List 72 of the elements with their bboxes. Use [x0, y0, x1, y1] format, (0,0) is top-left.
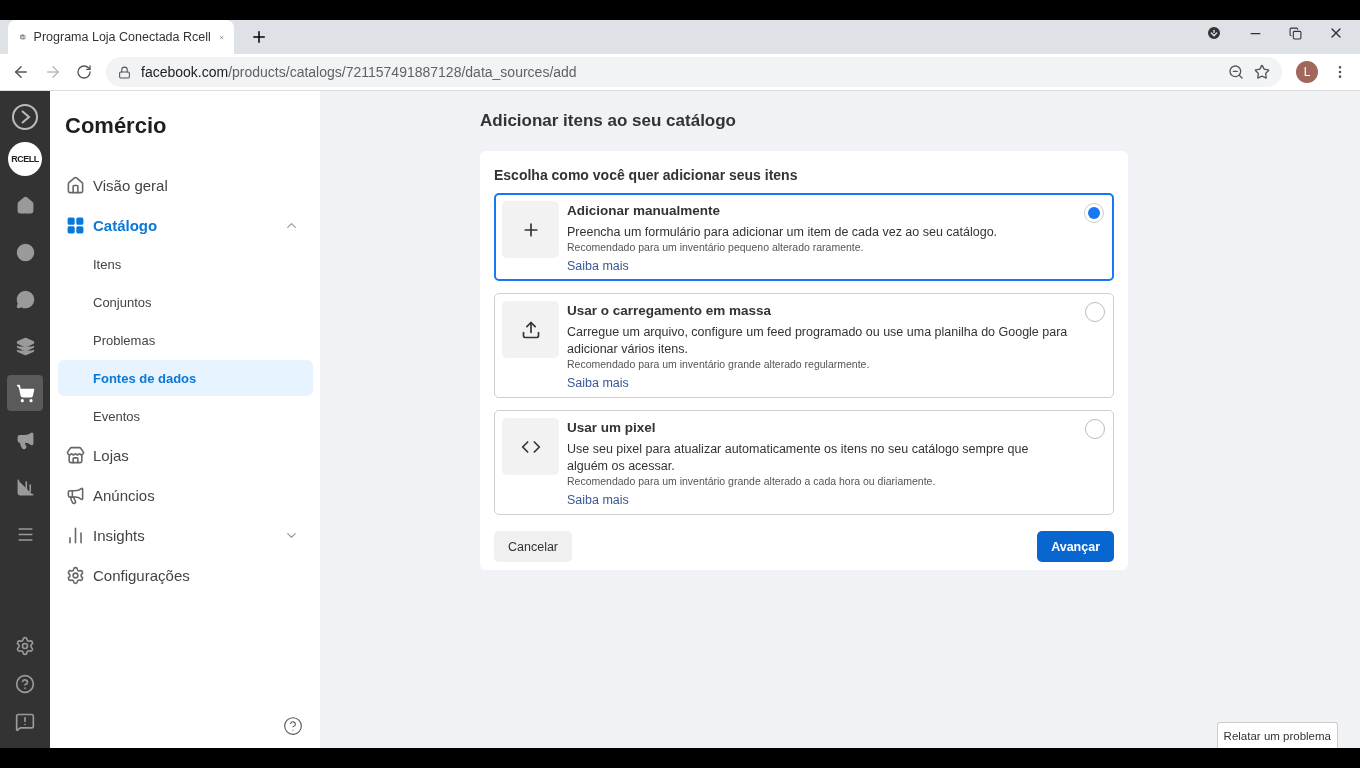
sidebar-item[interactable]: Visão geral	[58, 165, 313, 205]
megaphone-icon	[66, 485, 85, 505]
new-tab-icon[interactable]	[250, 28, 268, 46]
sidebar-item[interactable]: Configurações	[58, 555, 313, 595]
address-bar[interactable]: facebook.com/products/catalogs/721157491887128/data_sources/add	[106, 57, 1282, 87]
page-heading: Adicionar itens ao seu catálogo	[480, 111, 737, 131]
learn-more-link[interactable]: Saiba mais	[567, 376, 629, 390]
business-logo[interactable]: RCELL	[8, 142, 42, 176]
option-note: Recomendado para um inventário pequeno alterado raramente.	[567, 241, 865, 253]
option-title: Usar um pixel	[567, 420, 657, 435]
help-icon[interactable]	[15, 674, 35, 694]
plus-icon	[502, 201, 559, 258]
reload-icon[interactable]	[76, 64, 92, 80]
chat-icon	[15, 289, 35, 309]
sidebar-item[interactable]: Lojas	[58, 435, 313, 475]
sidebar-item-label: Anúncios	[93, 486, 156, 504]
sidebar-subitem[interactable]: Eventos	[58, 398, 313, 434]
settings-icon	[66, 565, 85, 585]
feedback-icon[interactable]	[15, 712, 35, 732]
option-note: Recomendado para um inventário grande alterado a cada hora ou diariamente.	[567, 475, 937, 487]
settings-icon[interactable]	[15, 636, 35, 656]
sidebar-subitem[interactable]: Conjuntos	[58, 284, 313, 320]
sidebar-item-label: Visão geral	[93, 176, 169, 194]
option-card[interactable]: Adicionar manualmente Preencha um formulário para adicionar um item de cada vez ao seu catálogo. Recomendado para um inventário pequeno alterado raramente. Saiba mais	[494, 193, 1114, 281]
grid-icon	[66, 215, 85, 235]
sidebar-item-label: Catálogo	[93, 216, 159, 234]
dropdown-icon[interactable]	[1206, 25, 1222, 41]
radio-dot	[1088, 207, 1100, 219]
learn-more-link[interactable]: Saiba mais	[567, 493, 629, 507]
megaphone-icon	[15, 430, 35, 450]
sidebar-item[interactable]: Anúncios	[58, 475, 313, 515]
option-title: Adicionar manualmente	[567, 203, 722, 218]
upload-icon	[502, 301, 559, 358]
sidebar-subitem[interactable]: Problemas	[58, 322, 313, 358]
sidebar-subitem[interactable]: Fontes de dados	[58, 360, 313, 396]
storefront-icon	[66, 445, 85, 465]
bookmark-icon[interactable]	[1254, 64, 1270, 80]
cart-icon	[15, 383, 35, 403]
pages-icon	[15, 336, 35, 356]
code-icon	[502, 418, 559, 475]
url-path: /products/catalogs/721157491887128/data_sources/add	[228, 64, 578, 80]
next-button[interactable]: Avançar	[1037, 531, 1114, 562]
help-icon[interactable]	[283, 716, 303, 736]
restore-icon[interactable]	[1289, 26, 1302, 40]
sidebar-item-label: Lojas	[93, 446, 130, 464]
option-description: Preencha um formulário para adicionar um item de cada vez ao seu catálogo.	[567, 224, 999, 241]
browser-tab[interactable]: Programa Loja Conectada Rcell	[8, 20, 234, 54]
home-icon	[15, 195, 35, 215]
sidebar-title: Comércio	[64, 112, 168, 140]
card-prompt: Escolha como você quer adicionar seus itens	[494, 167, 799, 183]
house-icon	[66, 175, 85, 195]
option-note: Recomendado para um inventário grande alterado regularmente.	[567, 358, 871, 370]
zoom-out-icon[interactable]	[1228, 64, 1244, 80]
sidebar-item[interactable]: Catálogo	[58, 205, 313, 245]
report-problem-button[interactable]: Relatar um problema	[1216, 722, 1338, 748]
sidebar-item-label: Configurações	[93, 566, 191, 584]
learn-more-link[interactable]: Saiba mais	[567, 259, 629, 273]
rail-button[interactable]	[7, 375, 43, 411]
option-card[interactable]: Usar um pixel Use seu pixel para atualizar automaticamente os itens no seu catálogo sempre que alguém os acessar. Recomendado para um inventário grande alterado a cada hora ou diariamente. Saiba mais	[494, 410, 1114, 515]
sidebar-subitem[interactable]: Itens	[58, 246, 313, 282]
tab-title: Programa Loja Conectada Rcell	[33, 30, 211, 44]
option-description: Use seu pixel para atualizar automaticamente os itens no seu catálogo sempre que alguém os acessar.	[567, 441, 1030, 475]
option-title: Usar o carregamento em massa	[567, 303, 773, 318]
option-description: Carregue um arquivo, configure um feed programado ou use uma planilha do Google para adicionar vários itens.	[567, 324, 1069, 358]
back-icon[interactable]	[12, 63, 30, 81]
lock-icon	[118, 65, 131, 79]
sidebar-item-label: Insights	[93, 526, 146, 544]
url-host: facebook.com	[141, 64, 229, 80]
sidebar-item[interactable]: Insights	[58, 515, 313, 555]
cancel-button[interactable]: Cancelar	[494, 531, 573, 562]
option-card[interactable]	[494, 293, 1114, 398]
profile-avatar[interactable]: L	[1296, 61, 1318, 83]
